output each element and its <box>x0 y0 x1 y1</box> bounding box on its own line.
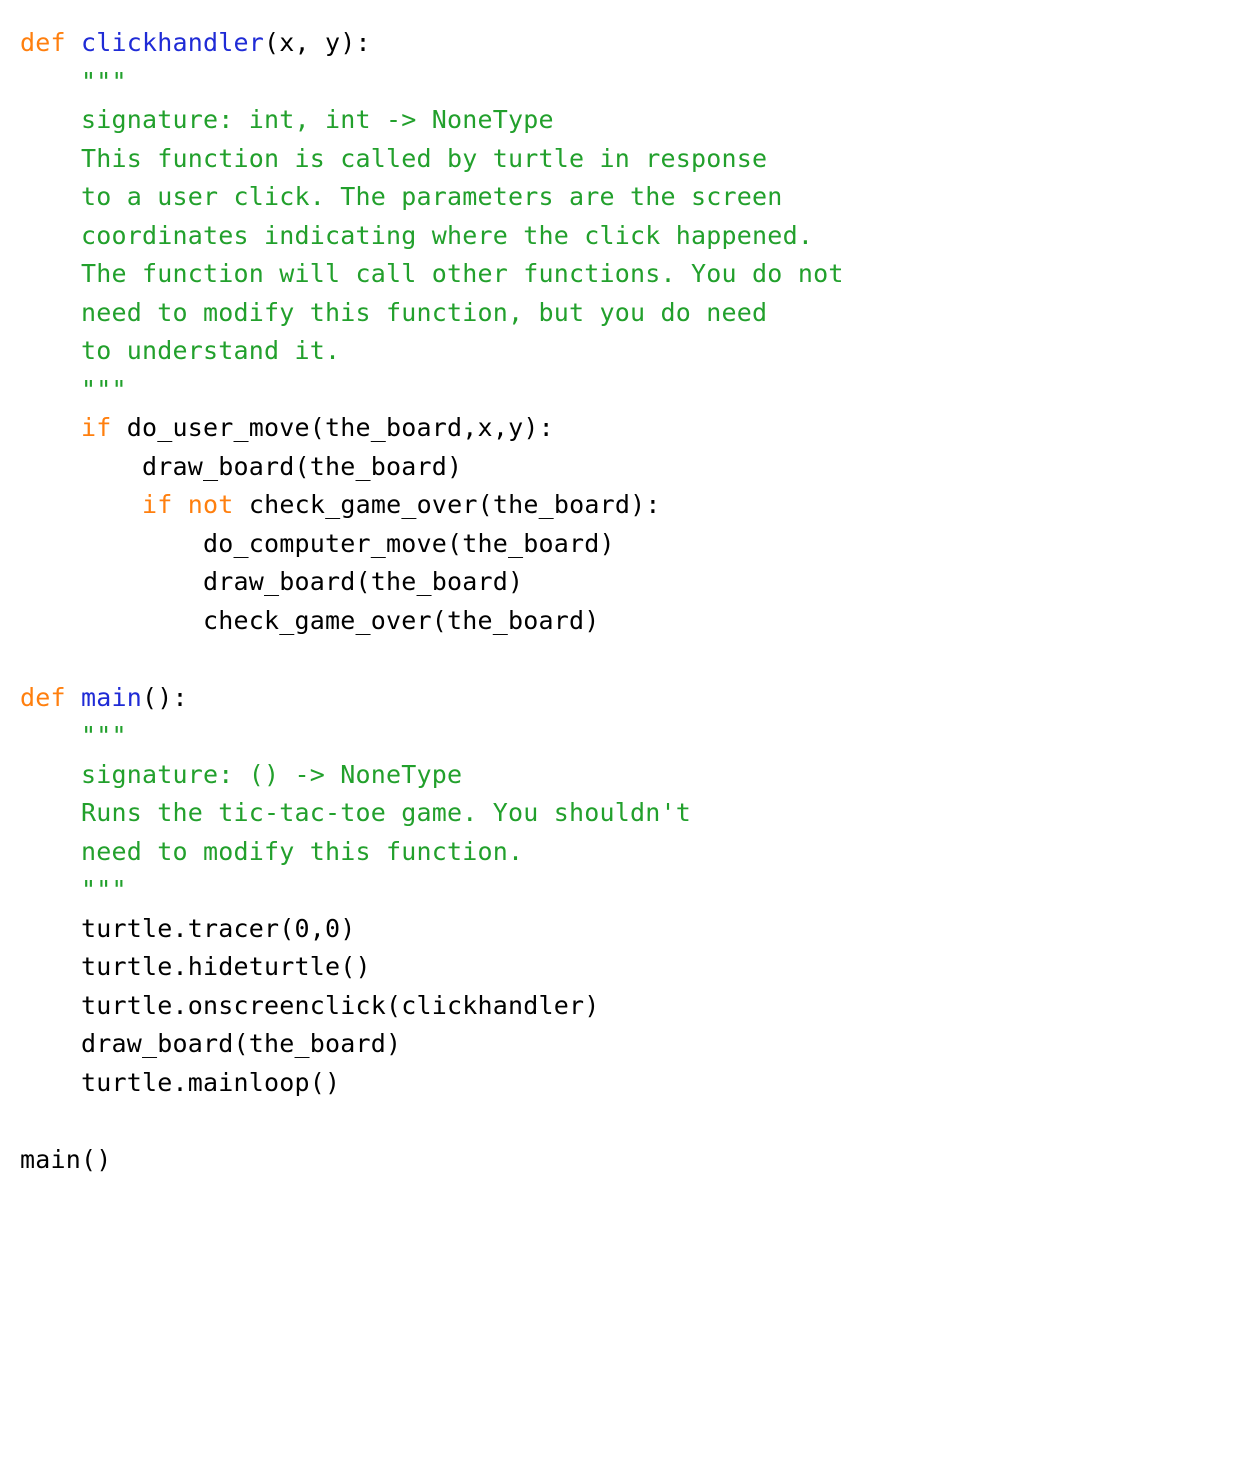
code-token: """ <box>20 721 127 750</box>
code-token: need to modify this function, but you do… <box>20 298 767 327</box>
code-token: This function is called by turtle in res… <box>20 144 767 173</box>
code-token: if <box>81 413 112 442</box>
code-token: clickhandler <box>81 28 264 57</box>
code-token: check_game_over(the_board) <box>20 606 600 635</box>
code-token: turtle.hideturtle() <box>20 952 371 981</box>
code-token: signature: int, int -> NoneType <box>20 105 554 134</box>
code-token: not <box>188 490 234 519</box>
code-token: """ <box>20 875 127 904</box>
code-token <box>20 490 142 519</box>
code-token <box>66 683 81 712</box>
code-token: draw_board(the_board) <box>20 1029 401 1058</box>
code-token: (x, y): <box>264 28 371 57</box>
code-token <box>20 413 81 442</box>
code-token: check_game_over(the_board): <box>234 490 661 519</box>
code-token: def <box>20 28 66 57</box>
code-token: """ <box>20 67 127 96</box>
code-token: to understand it. <box>20 336 340 365</box>
code-token: main <box>81 683 142 712</box>
code-token: to a user click. The parameters are the … <box>20 182 783 211</box>
code-token: draw_board(the_board) <box>20 567 523 596</box>
code-token: turtle.mainloop() <box>20 1068 340 1097</box>
code-token: Runs the tic-tac-toe game. You shouldn't <box>20 798 691 827</box>
code-token: need to modify this function. <box>20 837 523 866</box>
code-token: def <box>20 683 66 712</box>
code-token: (): <box>142 683 188 712</box>
code-token: """ <box>20 375 127 404</box>
code-token: draw_board(the_board) <box>20 452 462 481</box>
python-code-block: def clickhandler(x, y): """ signature: i… <box>0 0 1242 1203</box>
code-token: signature: () -> NoneType <box>20 760 462 789</box>
code-token <box>66 28 81 57</box>
code-token: coordinates indicating where the click h… <box>20 221 813 250</box>
code-token: do_user_move(the_board,x,y): <box>112 413 554 442</box>
code-token: do_computer_move(the_board) <box>20 529 615 558</box>
code-token: main() <box>20 1145 112 1174</box>
code-token: turtle.onscreenclick(clickhandler) <box>20 991 600 1020</box>
code-token: The function will call other functions. … <box>20 259 844 288</box>
code-token: turtle.tracer(0,0) <box>20 914 356 943</box>
code-token: if <box>142 490 173 519</box>
code-token <box>173 490 188 519</box>
